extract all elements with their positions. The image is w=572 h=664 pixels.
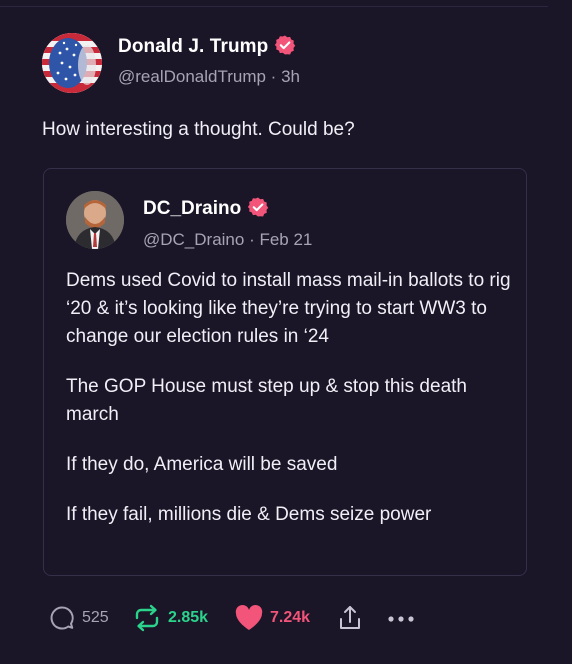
post-text: How interesting a thought. Could be? [42, 119, 355, 140]
like-button[interactable]: 7.24k [234, 602, 310, 634]
reply-button[interactable]: 525 [48, 602, 109, 634]
action-bar: 525 2.85k 7.24k [48, 602, 528, 634]
reply-icon [50, 606, 74, 630]
author-avatar-image [42, 33, 102, 93]
like-count: 7.24k [270, 609, 311, 626]
verified-badge-icon [247, 196, 269, 218]
quoted-author-avatar[interactable] [66, 191, 124, 249]
author-name-text: Donald J. Trump [118, 36, 269, 58]
top-divider [0, 6, 548, 7]
quoted-post-card[interactable]: DC_Draino @DC_Draino · Feb 21 Dems used … [43, 168, 527, 576]
more-icon [388, 616, 414, 622]
author-avatar[interactable] [42, 33, 102, 93]
author-handle-time[interactable]: @realDonaldTrump · 3h [118, 67, 300, 87]
author-name[interactable]: Donald J. Trump [118, 34, 296, 58]
quoted-paragraph: If they fail, millions die & Dems seize … [66, 504, 432, 525]
share-icon [340, 606, 360, 629]
quoted-author-name-text: DC_Draino [143, 198, 242, 220]
quoted-paragraph: Dems used Covid to install mass mail-in … [66, 270, 511, 347]
quoted-author-name[interactable]: DC_Draino [143, 196, 269, 220]
reply-count: 525 [82, 609, 109, 626]
retruth-button[interactable]: 2.85k [132, 602, 208, 634]
more-options-button[interactable] [386, 602, 416, 634]
quoted-post-body: Dems used Covid to install mass mail-in … [66, 267, 516, 551]
quoted-author-handle-time[interactable]: @DC_Draino · Feb 21 [143, 230, 312, 250]
retruth-count: 2.85k [168, 609, 209, 626]
verified-badge-icon [274, 34, 296, 56]
heart-icon [235, 605, 263, 630]
quoted-author-avatar-image [66, 191, 124, 249]
post-page: Donald J. Trump @realDonaldTrump · 3h Ho… [0, 0, 572, 664]
quoted-paragraph: If they do, America will be saved [66, 454, 338, 475]
retruth-icon [135, 604, 159, 632]
quoted-paragraph: The GOP House must step up & stop this d… [66, 376, 467, 425]
share-button[interactable] [338, 602, 362, 634]
